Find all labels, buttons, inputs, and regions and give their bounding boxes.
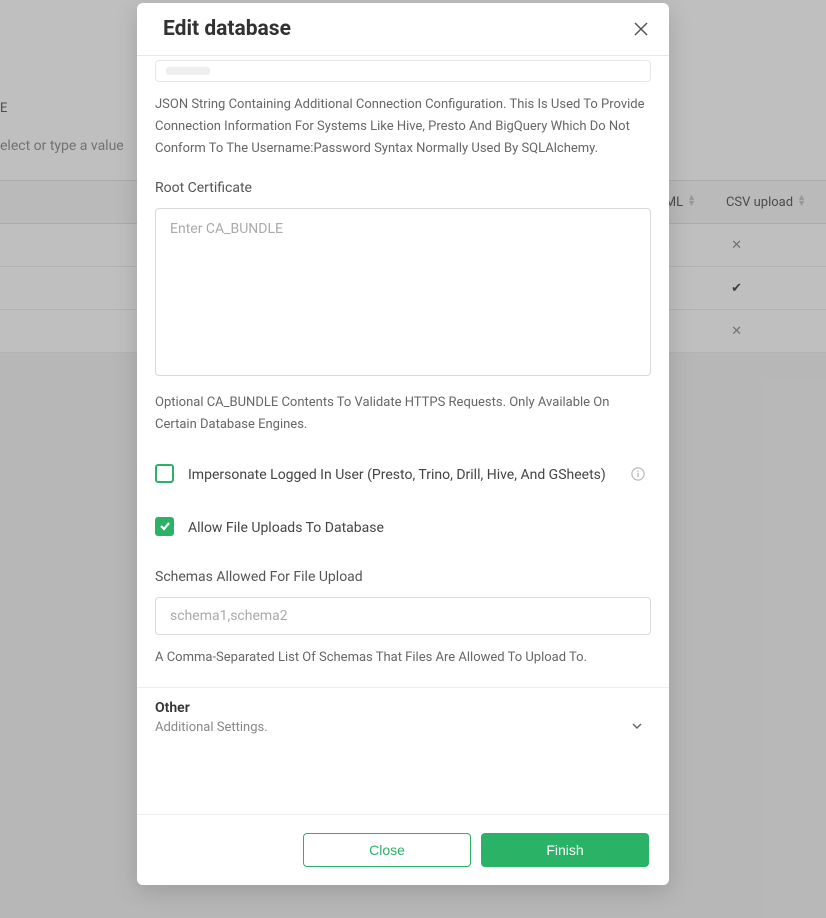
- allow-upload-row: Allow File Uploads To Database: [155, 517, 651, 539]
- other-section[interactable]: Other Additional Settings.: [137, 687, 669, 751]
- close-icon[interactable]: [631, 19, 651, 39]
- placeholder-bar: [166, 67, 210, 75]
- close-button[interactable]: Close: [303, 833, 471, 867]
- root-cert-label: Root Certificate: [155, 180, 651, 196]
- other-section-subtitle: Additional Settings.: [155, 720, 651, 735]
- info-icon[interactable]: [631, 466, 645, 485]
- json-help-text: JSON String Containing Additional Connec…: [155, 94, 651, 160]
- edit-database-modal: Edit database JSON String Containing Add…: [137, 3, 669, 885]
- modal-body: JSON String Containing Additional Connec…: [137, 56, 669, 814]
- impersonate-checkbox[interactable]: [155, 464, 174, 483]
- schemas-help: A Comma-Separated List Of Schemas That F…: [155, 647, 651, 669]
- modal-header: Edit database: [137, 3, 669, 56]
- collapsed-input-preview: [155, 60, 651, 82]
- allow-upload-checkbox[interactable]: [155, 517, 174, 536]
- impersonate-label: Impersonate Logged In User (Presto, Trin…: [188, 464, 606, 486]
- scroll-area[interactable]: JSON String Containing Additional Connec…: [137, 56, 669, 814]
- other-section-title: Other: [155, 700, 651, 716]
- modal-footer: Close Finish: [137, 814, 669, 885]
- root-cert-help: Optional CA_BUNDLE Contents To Validate …: [155, 392, 651, 436]
- schemas-label: Schemas Allowed For File Upload: [155, 569, 651, 585]
- finish-button[interactable]: Finish: [481, 833, 649, 867]
- chevron-down-icon[interactable]: [631, 717, 643, 736]
- schemas-input[interactable]: [155, 597, 651, 635]
- allow-upload-label: Allow File Uploads To Database: [188, 517, 384, 539]
- root-cert-textarea[interactable]: [155, 208, 651, 376]
- modal-title: Edit database: [163, 17, 291, 41]
- impersonate-row: Impersonate Logged In User (Presto, Trin…: [155, 464, 651, 486]
